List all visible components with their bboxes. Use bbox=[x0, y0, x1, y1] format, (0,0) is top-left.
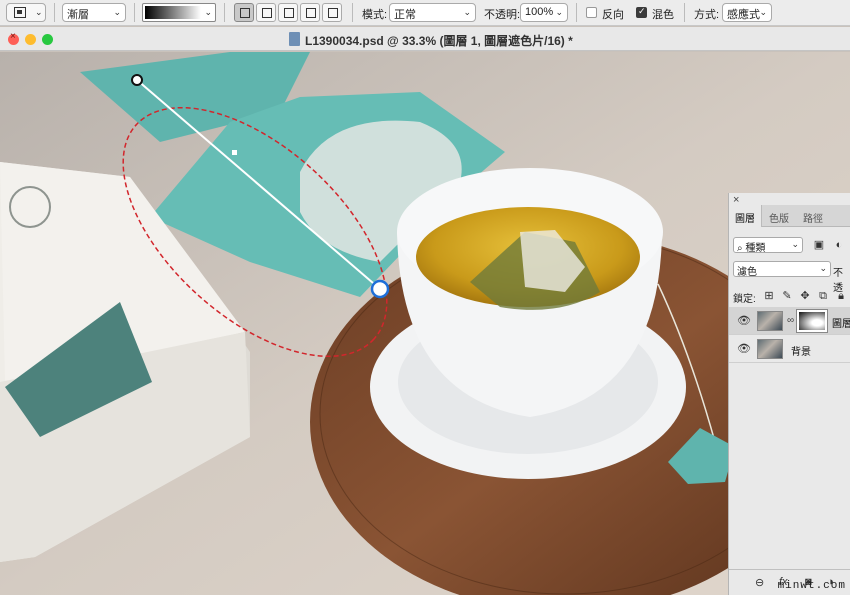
dither-label: 混色 bbox=[652, 9, 674, 21]
psd-file-icon bbox=[289, 32, 300, 46]
gradient-start-handle[interactable] bbox=[131, 74, 143, 86]
gradient-picker[interactable]: ⌄ bbox=[142, 3, 216, 22]
layer-row-background[interactable]: 👁︎ 背景 bbox=[729, 335, 850, 363]
tool-preset-picker[interactable]: ⌄ bbox=[6, 3, 46, 22]
document-title-bar: L1390034.psd @ 33.3% (圖層 1, 圖層遮色片/16) * bbox=[0, 27, 850, 51]
image-filter-icon[interactable]: ▣ bbox=[813, 239, 825, 251]
panel-tabs: 圖層 色版 路徑 bbox=[729, 205, 850, 227]
opacity-label: 不透明: bbox=[484, 9, 521, 21]
link-icon[interactable]: ⊖ bbox=[755, 576, 764, 589]
mask-link-icon[interactable]: ∞ bbox=[787, 315, 794, 326]
chevron-down-icon: ⌄ bbox=[463, 7, 471, 17]
linear-gradient-icon bbox=[240, 8, 250, 18]
zoom-window-button[interactable] bbox=[42, 34, 53, 45]
visibility-eye-icon[interactable]: 👁︎ bbox=[737, 314, 751, 327]
image-canvas[interactable] bbox=[0, 52, 850, 595]
layer-thumbnail bbox=[757, 339, 783, 359]
lock-transparent-icon[interactable]: ⊞ bbox=[763, 290, 775, 302]
reverse-label: 反向 bbox=[602, 9, 624, 21]
opacity-field[interactable]: 100% ⌄ bbox=[520, 3, 568, 22]
layer-name: 圖層 bbox=[832, 319, 850, 330]
method-value: 感應式 bbox=[727, 9, 760, 21]
divider bbox=[352, 3, 353, 22]
search-icon: ⌕ bbox=[737, 243, 743, 254]
gradient-mode-value: 漸層 bbox=[67, 9, 89, 21]
minimize-window-button[interactable] bbox=[25, 34, 36, 45]
blend-mode-select[interactable]: 正常 ⌄ bbox=[389, 3, 476, 22]
tab-paths[interactable]: 路徑 bbox=[797, 205, 829, 227]
adjustment-filter-icon[interactable]: ◐ bbox=[833, 239, 845, 251]
divider bbox=[134, 3, 135, 22]
gradient-end-handle[interactable] bbox=[370, 279, 390, 299]
layer-name: 背景 bbox=[791, 347, 811, 358]
layers-panel: × 圖層 色版 路徑 ⌕ 種類 ⌄ ▣ ◐ 濾色 ⌄ 不透 鎖定: ⊞ ✎ ✥ … bbox=[728, 193, 850, 595]
layer-blend-select[interactable]: 濾色 ⌄ bbox=[733, 261, 831, 278]
layer-thumbnail bbox=[757, 311, 783, 331]
chevron-down-icon: ⌄ bbox=[204, 7, 212, 17]
chevron-down-icon: ⌄ bbox=[113, 7, 121, 17]
chevron-down-icon: ⌄ bbox=[791, 239, 799, 249]
document-title: L1390034.psd @ 33.3% (圖層 1, 圖層遮色片/16) * bbox=[305, 34, 573, 48]
angle-gradient-icon bbox=[284, 8, 294, 18]
diamond-gradient-button[interactable] bbox=[322, 3, 342, 22]
radial-gradient-icon bbox=[262, 8, 272, 18]
lock-position-icon[interactable]: ✥ bbox=[799, 290, 811, 302]
options-bar: ⌄ 漸層 ⌄ ⌄ 模式: 正常 ⌄ 不透明: 100% ⌄ 反向 ✓ 混色 方式… bbox=[0, 0, 850, 26]
layer-blend-value: 濾色 bbox=[737, 267, 757, 278]
mode-label: 模式: bbox=[362, 9, 388, 21]
layer-filter-select[interactable]: ⌕ 種類 ⌄ bbox=[733, 237, 803, 254]
opacity-value: 100% bbox=[525, 6, 554, 18]
diamond-gradient-icon bbox=[328, 8, 338, 18]
photo-artwork bbox=[0, 52, 850, 595]
gradient-tool-icon bbox=[14, 7, 26, 18]
layer-mask-thumbnail[interactable] bbox=[796, 309, 828, 333]
tab-channels[interactable]: 色版 bbox=[763, 205, 795, 227]
reflected-gradient-button[interactable] bbox=[300, 3, 320, 22]
divider bbox=[224, 3, 225, 22]
tab-layers[interactable]: 圖層 bbox=[729, 205, 762, 227]
reverse-checkbox[interactable] bbox=[586, 7, 597, 18]
divider bbox=[576, 3, 577, 22]
lock-label: 鎖定: bbox=[733, 294, 756, 305]
lock-all-icon[interactable]: 🔒︎ bbox=[835, 290, 847, 302]
chevron-down-icon: ⌄ bbox=[35, 7, 43, 17]
lock-row: 鎖定: ⊞ ✎ ✥ ⧉ 🔒︎ bbox=[729, 289, 850, 305]
reflected-gradient-icon bbox=[306, 8, 316, 18]
lock-pixels-icon[interactable]: ✎ bbox=[781, 290, 793, 302]
angle-gradient-button[interactable] bbox=[278, 3, 298, 22]
dither-checkbox[interactable] bbox=[636, 6, 647, 18]
layer-row-layer1[interactable]: 👁︎ ∞ 圖層 bbox=[729, 307, 850, 335]
chevron-down-icon: ⌄ bbox=[819, 263, 827, 273]
gradient-midpoint[interactable] bbox=[232, 150, 237, 155]
divider bbox=[54, 3, 55, 22]
radial-gradient-button[interactable] bbox=[256, 3, 276, 22]
divider bbox=[684, 3, 685, 22]
blend-mode-value: 正常 bbox=[394, 9, 416, 21]
method-label: 方式: bbox=[694, 9, 720, 21]
gradient-preview bbox=[145, 6, 201, 19]
close-window-button[interactable] bbox=[8, 31, 19, 45]
method-select[interactable]: 感應式 ⌄ bbox=[722, 3, 772, 22]
visibility-eye-icon[interactable]: 👁︎ bbox=[737, 342, 751, 355]
chevron-down-icon: ⌄ bbox=[759, 7, 767, 17]
chevron-down-icon: ⌄ bbox=[555, 7, 563, 17]
watermark: minwt.com bbox=[777, 580, 846, 592]
linear-gradient-button[interactable] bbox=[234, 3, 254, 22]
gradient-mode-select[interactable]: 漸層 ⌄ bbox=[62, 3, 126, 22]
photoshop-window: ⌄ 漸層 ⌄ ⌄ 模式: 正常 ⌄ 不透明: 100% ⌄ 反向 ✓ 混色 方式… bbox=[0, 0, 850, 595]
layer-filter-value: 種類 bbox=[745, 243, 766, 254]
artboard-lock-icon[interactable]: ⧉ bbox=[817, 290, 829, 302]
